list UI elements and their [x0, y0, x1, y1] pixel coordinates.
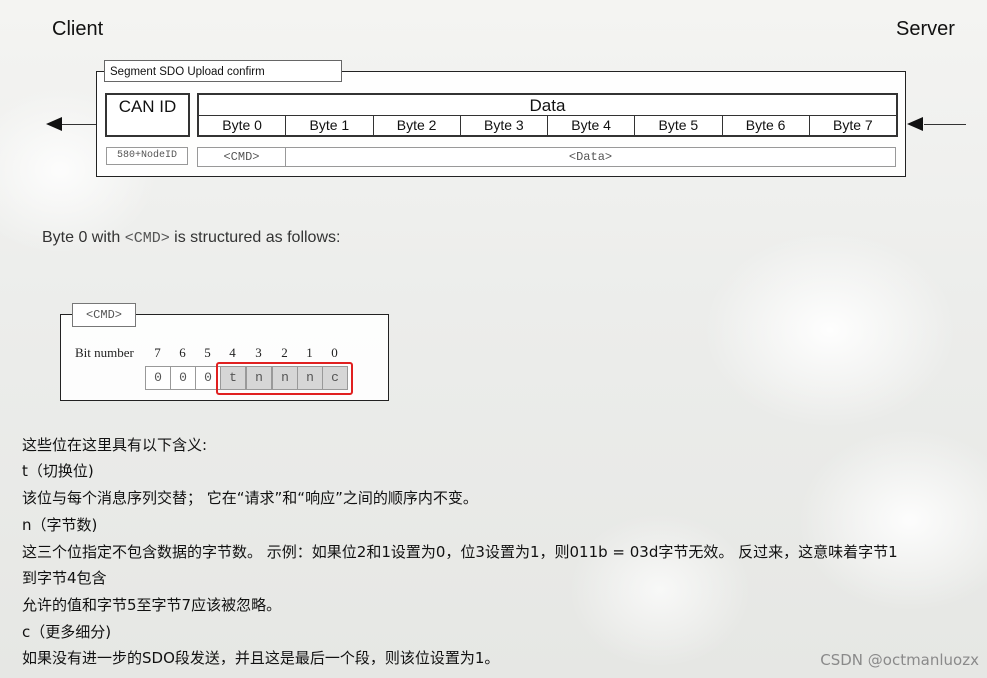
arrow-to-client-line — [60, 124, 96, 125]
byte-6-header: Byte 6 — [723, 116, 810, 135]
watermark: CSDN @octmanluozx — [820, 651, 979, 669]
byte-0-header: Byte 0 — [199, 116, 287, 135]
text-line: 该位与每个消息序列交替； 它在“请求”和“响应”之间的顺序内不变。 — [22, 489, 478, 507]
cmd-frame-title: <CMD> — [72, 303, 136, 327]
client-label: Client — [52, 18, 104, 40]
can-id-header: CAN ID — [105, 93, 190, 137]
byte-header-row: Byte 0 Byte 1 Byte 2 Byte 3 Byte 4 Byte … — [197, 115, 898, 137]
byte-1-header: Byte 1 — [286, 116, 374, 135]
byte-5-header: Byte 5 — [635, 116, 723, 135]
text-line: 如果没有进一步的SDO段发送，并且这是最后一个段，则该位设置为1。 — [22, 649, 500, 667]
sentence-post: is structured as follows: — [169, 229, 341, 246]
text-line: n（字节数) — [22, 516, 98, 534]
node-id-cell: 580+NodeID — [106, 147, 188, 165]
bit-number-1: 1 — [306, 345, 313, 360]
data-cell: <Data> — [285, 147, 896, 167]
bit-number-4: 4 — [229, 345, 236, 360]
bit-number-2: 2 — [281, 345, 288, 360]
text-line: 这三个位指定不包含数据的字节数。 示例：如果位2和1设置为0，位3设置为1，则0… — [22, 543, 898, 561]
sentence-pre: Byte 0 with — [42, 229, 125, 246]
frame-title: Segment SDO Upload confirm — [104, 60, 342, 82]
text-line: 允许的值和字节5至字节7应该被忽略。 — [22, 596, 282, 614]
byte-4-header: Byte 4 — [548, 116, 636, 135]
bit-cell-7: 0 — [145, 366, 171, 390]
arrow-left-icon — [907, 117, 923, 131]
text-line: 到字节4包含 — [22, 569, 107, 587]
text-line: t（切换位) — [22, 462, 94, 480]
sentence-code: <CMD> — [124, 230, 170, 247]
byte-7-header: Byte 7 — [833, 117, 873, 133]
arrow-left-icon — [46, 117, 62, 131]
bit-number-5: 5 — [204, 345, 211, 360]
arrow-from-server-line — [924, 124, 966, 125]
text-line: c（更多细分) — [22, 623, 112, 641]
highlight-box — [216, 362, 353, 395]
bit-number-0: 0 — [331, 345, 338, 360]
byte-2-header: Byte 2 — [374, 116, 461, 135]
server-label: Server — [896, 18, 955, 40]
cmd-cell: <CMD> — [197, 147, 286, 167]
structure-sentence: Byte 0 with <CMD> is structured as follo… — [42, 229, 340, 247]
bit-number-3: 3 — [255, 345, 262, 360]
data-header: Data — [197, 93, 898, 116]
bit-number-7: 7 — [154, 345, 161, 360]
bit-number-6: 6 — [179, 345, 186, 360]
bit-number-label: Bit number — [75, 345, 134, 360]
bit-cell-6: 0 — [170, 366, 196, 390]
byte-3-header: Byte 3 — [461, 116, 548, 135]
text-line: 这些位在这里具有以下含义: — [22, 436, 208, 454]
